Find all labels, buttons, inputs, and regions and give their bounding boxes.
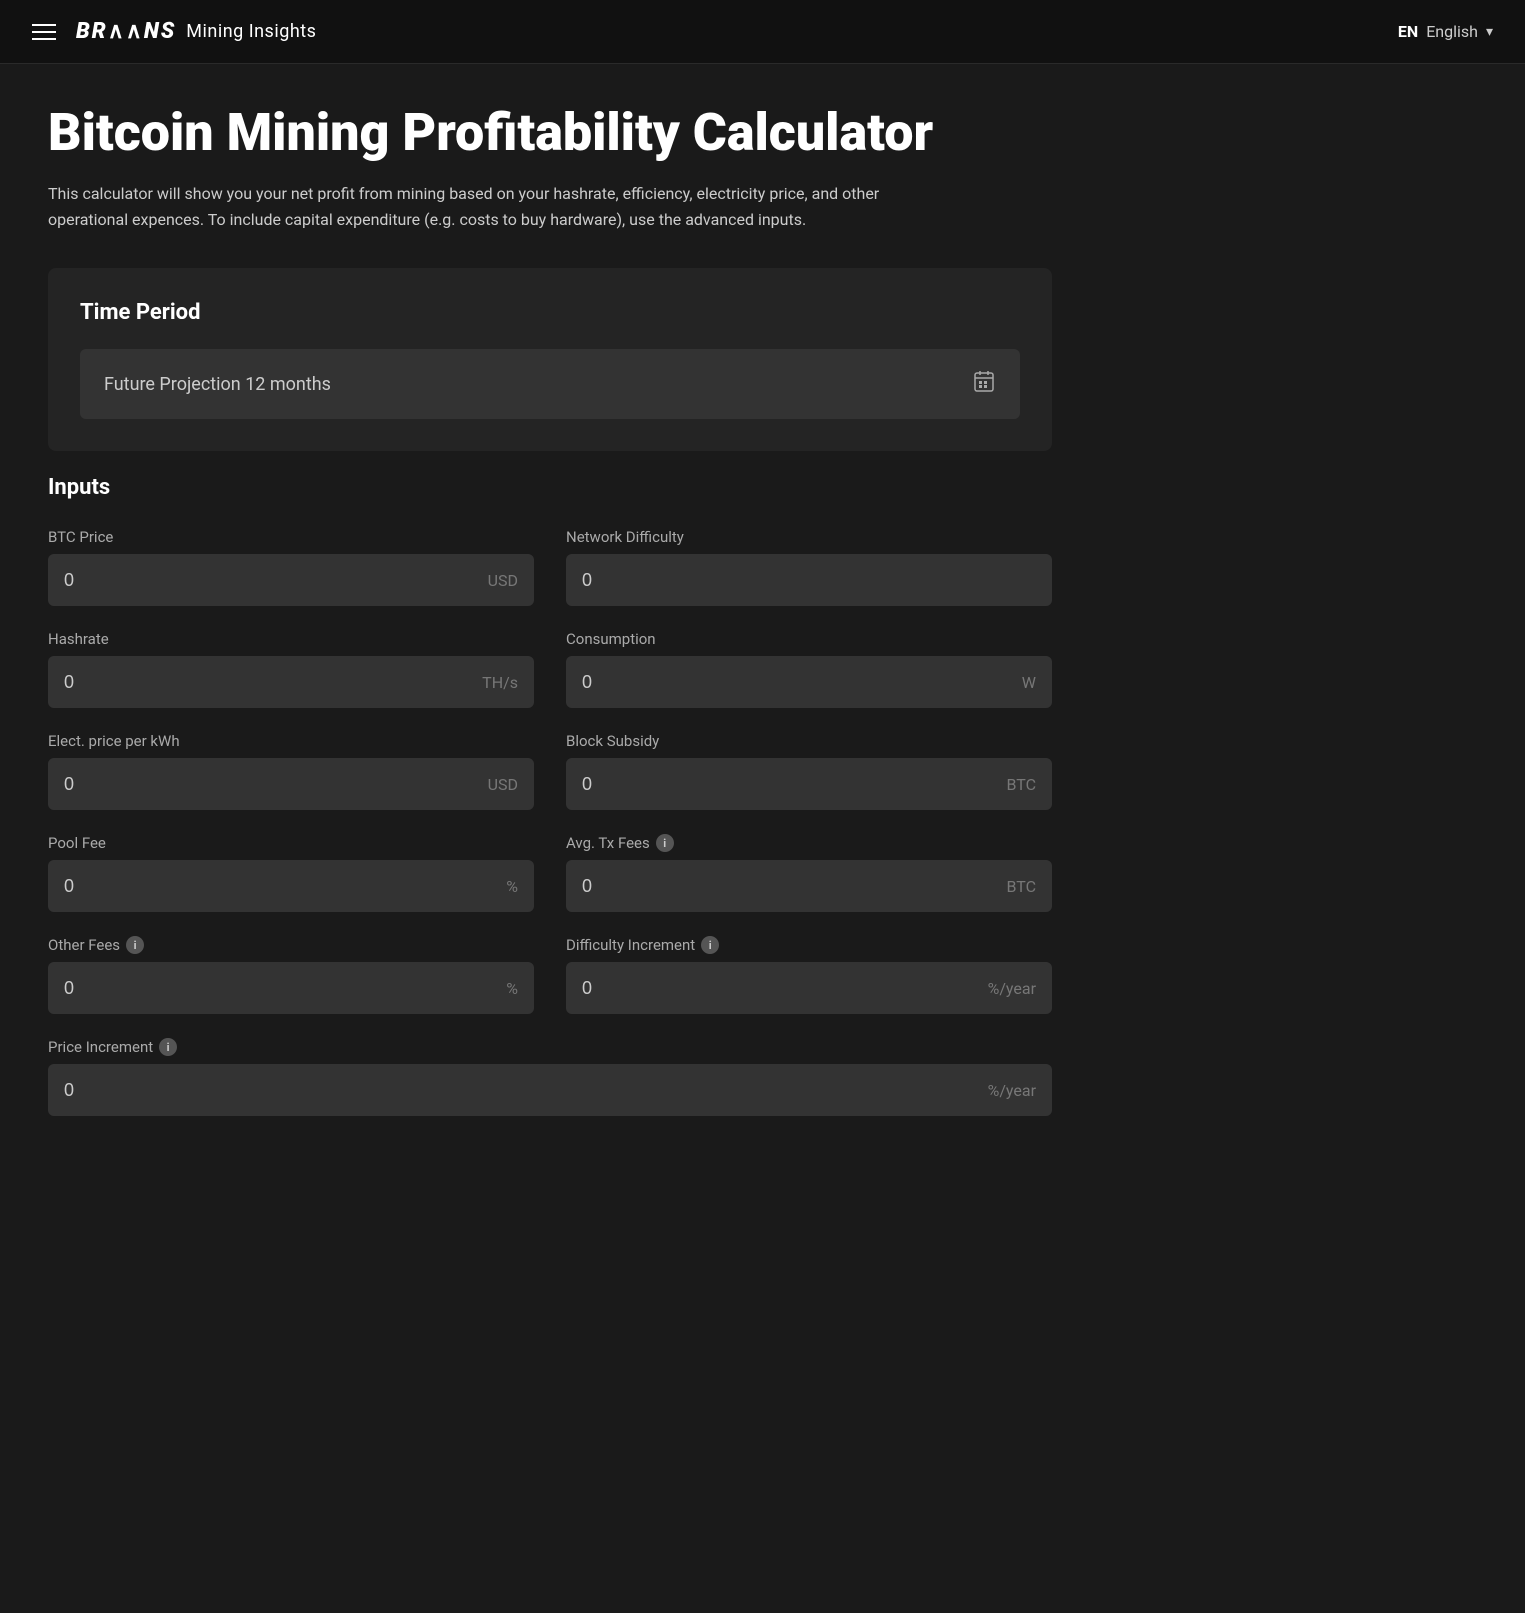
input-group-pool-fee: Pool Fee% <box>48 834 534 912</box>
label-pool-fee: Pool Fee <box>48 834 534 852</box>
navbar: BR∧∧NS Mining Insights EN English ▾ <box>0 0 1525 64</box>
label-other-fees: Other Feesi <box>48 936 534 954</box>
info-icon-price-increment[interactable]: i <box>159 1038 177 1056</box>
input-consumption[interactable] <box>582 672 1014 693</box>
label-consumption: Consumption <box>566 630 1052 648</box>
input-group-btc-price: BTC Price USD <box>48 528 534 606</box>
unit-hashrate: TH/s <box>482 673 518 692</box>
unit-consumption: W <box>1022 673 1036 692</box>
unit-btc-price: USD <box>488 571 518 590</box>
input-network-difficulty[interactable] <box>582 570 1036 591</box>
info-icon-avg-tx-fees[interactable]: i <box>656 834 674 852</box>
input-hashrate[interactable] <box>64 672 474 693</box>
label-block-subsidy: Block Subsidy <box>566 732 1052 750</box>
page-description: This calculator will show you your net p… <box>48 181 948 232</box>
input-group-elect-price: Elect. price per kWh USD <box>48 732 534 810</box>
input-wrapper-hashrate: TH/s <box>48 656 534 708</box>
input-wrapper-network-difficulty <box>566 554 1052 606</box>
input-wrapper-other-fees: % <box>48 962 534 1014</box>
unit-other-fees: % <box>506 979 518 998</box>
input-elect-price[interactable] <box>64 774 480 795</box>
info-icon-other-fees[interactable]: i <box>126 936 144 954</box>
input-wrapper-price-increment: %/year <box>48 1064 1052 1116</box>
input-difficulty-increment[interactable] <box>582 978 980 999</box>
logo: BR∧∧NS Mining Insights <box>76 19 316 44</box>
input-wrapper-block-subsidy: BTC <box>566 758 1052 810</box>
chevron-down-icon: ▾ <box>1486 24 1493 40</box>
time-period-card: Time Period Future Projection 12 months <box>48 268 1052 451</box>
input-group-avg-tx-fees: Avg. Tx Feesi BTC <box>566 834 1052 912</box>
input-wrapper-avg-tx-fees: BTC <box>566 860 1052 912</box>
language-selector[interactable]: EN English ▾ <box>1398 22 1493 41</box>
input-wrapper-difficulty-increment: %/year <box>566 962 1052 1014</box>
label-btc-price: BTC Price <box>48 528 534 546</box>
label-difficulty-increment: Difficulty Incrementi <box>566 936 1052 954</box>
main-content: Bitcoin Mining Profitability Calculator … <box>0 64 1100 1156</box>
input-price-increment[interactable] <box>64 1080 980 1101</box>
unit-difficulty-increment: %/year <box>988 979 1036 998</box>
unit-block-subsidy: BTC <box>1007 775 1037 794</box>
time-period-value: Future Projection 12 months <box>104 374 331 395</box>
time-period-section-title: Time Period <box>80 300 1020 325</box>
input-btc-price[interactable] <box>64 570 480 591</box>
unit-pool-fee: % <box>506 877 518 896</box>
language-code: EN <box>1398 22 1418 41</box>
label-elect-price: Elect. price per kWh <box>48 732 534 750</box>
input-pool-fee[interactable] <box>64 876 498 897</box>
input-group-hashrate: Hashrate TH/s <box>48 630 534 708</box>
input-group-price-increment: Price Incrementi %/year <box>48 1038 1052 1116</box>
label-price-increment: Price Incrementi <box>48 1038 1052 1056</box>
label-avg-tx-fees: Avg. Tx Feesi <box>566 834 1052 852</box>
input-other-fees[interactable] <box>64 978 498 999</box>
input-group-other-fees: Other Feesi% <box>48 936 534 1014</box>
input-group-difficulty-increment: Difficulty Incrementi %/year <box>566 936 1052 1014</box>
input-group-network-difficulty: Network Difficulty <box>566 528 1052 606</box>
logo-brains: BR∧∧NS <box>76 19 176 44</box>
time-period-selector[interactable]: Future Projection 12 months <box>80 349 1020 419</box>
inputs-grid: BTC Price USD Network Difficulty Hashrate TH… <box>48 528 1052 1116</box>
page-title: Bitcoin Mining Profitability Calculator <box>48 104 1052 161</box>
inputs-section: Inputs BTC Price USD Network Difficulty Has… <box>48 475 1052 1116</box>
label-hashrate: Hashrate <box>48 630 534 648</box>
language-label: English <box>1426 22 1478 41</box>
navbar-left: BR∧∧NS Mining Insights <box>32 19 316 44</box>
input-group-block-subsidy: Block Subsidy BTC <box>566 732 1052 810</box>
hamburger-menu-icon[interactable] <box>32 24 56 40</box>
unit-elect-price: USD <box>488 775 518 794</box>
input-block-subsidy[interactable] <box>582 774 999 795</box>
unit-avg-tx-fees: BTC <box>1007 877 1037 896</box>
label-network-difficulty: Network Difficulty <box>566 528 1052 546</box>
input-wrapper-pool-fee: % <box>48 860 534 912</box>
info-icon-difficulty-increment[interactable]: i <box>701 936 719 954</box>
input-wrapper-elect-price: USD <box>48 758 534 810</box>
input-wrapper-btc-price: USD <box>48 554 534 606</box>
inputs-section-title: Inputs <box>48 475 1052 500</box>
logo-subtitle: Mining Insights <box>186 21 316 42</box>
input-group-consumption: Consumption W <box>566 630 1052 708</box>
input-wrapper-consumption: W <box>566 656 1052 708</box>
unit-price-increment: %/year <box>988 1081 1036 1100</box>
input-avg-tx-fees[interactable] <box>582 876 999 897</box>
calendar-icon <box>972 369 996 399</box>
